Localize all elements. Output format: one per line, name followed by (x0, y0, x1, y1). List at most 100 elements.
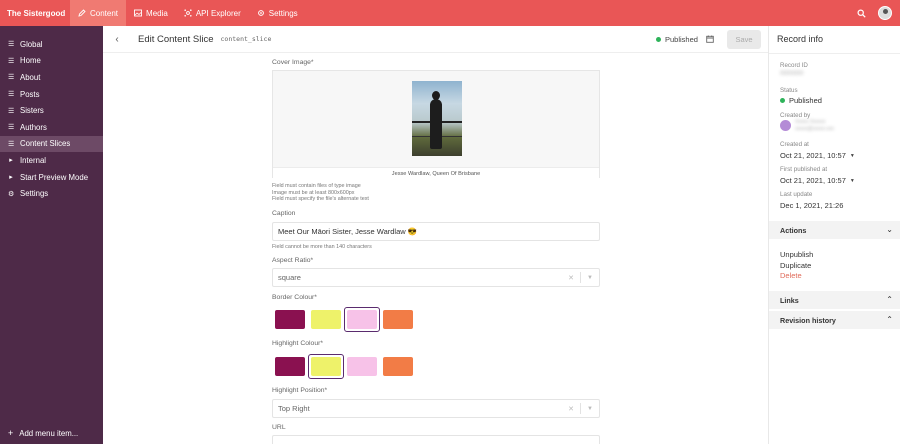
nav-settings[interactable]: Settings (249, 0, 306, 26)
sidebar-item-label: Start Preview Mode (20, 172, 89, 182)
highlight-position-value: Top Right (278, 404, 310, 413)
sidebar-item-label: Settings (20, 189, 49, 199)
add-menu-item-button[interactable]: + Add menu item... (8, 428, 78, 438)
highlight-colour-swatch[interactable] (344, 354, 380, 379)
chevron-up-icon: ⌃ (886, 315, 893, 324)
sidebar-item-home[interactable]: ☰ Home (0, 53, 103, 70)
chevron-down-icon[interactable]: ▼ (581, 275, 599, 281)
chevron-left-icon: ‹ (115, 33, 119, 45)
border-colour-swatch[interactable] (272, 307, 308, 332)
list-icon: ☰ (8, 140, 15, 148)
border-colour-swatch[interactable] (308, 307, 344, 332)
nav-content-label: Content (90, 8, 119, 18)
list-icon: ☰ (8, 41, 15, 49)
caption-input[interactable]: Meet Our Māori Sister, Jesse Wardlaw 😎 (272, 222, 600, 241)
nav-content[interactable]: Content (70, 0, 127, 26)
sidebar-item-label: Authors (20, 122, 47, 132)
sidebar-item-label: Global (20, 39, 43, 49)
highlight-colour-swatch-fill (383, 357, 413, 376)
plus-icon: + (8, 428, 14, 438)
nav-api-explorer[interactable]: API Explorer (176, 0, 249, 26)
status-label: Status (780, 87, 798, 94)
editor-header: ‹ Edit Content Slice content_slice Publi… (103, 26, 768, 53)
border-colour-swatch-fill (383, 310, 413, 329)
highlight-position-select[interactable]: Top Right ✕ ▼ (272, 399, 600, 418)
url-label: URL (272, 424, 286, 431)
nav-media[interactable]: Media (126, 0, 176, 26)
creator-avatar (780, 120, 791, 131)
cover-image-field[interactable]: Jesse Wardlaw, Queen Of Brisbane (272, 70, 600, 179)
unpublish-link[interactable]: Unpublish (780, 250, 813, 259)
sidebar-item-authors[interactable]: ☰ Authors (0, 119, 103, 136)
aspect-ratio-label: Aspect Ratio* (272, 257, 314, 264)
links-section-header[interactable]: Links ⌃ (769, 291, 900, 309)
back-button[interactable]: ‹ (103, 34, 131, 45)
highlight-colour-swatch[interactable] (380, 354, 416, 379)
highlight-colour-swatches (272, 354, 416, 379)
border-colour-swatch-fill (311, 310, 341, 329)
aspect-ratio-select[interactable]: square ✕ ▼ (272, 268, 600, 287)
border-colour-swatches (272, 307, 416, 332)
created-at-value[interactable]: Oct 21, 2021, 10:57 ▼ (780, 151, 855, 160)
highlight-colour-swatch[interactable] (308, 354, 344, 379)
record-id-label: Record ID (780, 62, 808, 69)
network-icon (184, 9, 192, 17)
record-id-value: 0000000 (780, 71, 804, 77)
highlight-colour-swatch[interactable] (272, 354, 308, 379)
divider (769, 53, 900, 54)
calendar-icon[interactable] (706, 35, 714, 43)
list-icon: ☰ (8, 57, 15, 65)
sidebar-item-posts[interactable]: ☰ Posts (0, 86, 103, 103)
last-update-label: Last update (780, 191, 813, 198)
brand-name[interactable]: The Sistergood (0, 9, 70, 18)
sidebar-item-global[interactable]: ☰ Global (0, 36, 103, 53)
border-colour-swatch-fill (275, 310, 305, 329)
creator-name: Xxxxx Xxxxxx (795, 119, 826, 125)
delete-link[interactable]: Delete (780, 271, 802, 280)
links-label: Links (780, 295, 799, 305)
border-colour-swatch[interactable] (380, 307, 416, 332)
user-avatar[interactable] (878, 6, 892, 20)
highlight-colour-swatch-fill (311, 357, 341, 376)
cover-image-thumbnail[interactable] (412, 81, 462, 156)
created-at-label: Created at (780, 141, 809, 148)
nav-media-label: Media (146, 8, 168, 18)
top-right-tools (857, 0, 892, 26)
caption-label: Caption (272, 210, 296, 217)
sidebar-item-content-slices[interactable]: ☰ Content Slices (0, 135, 103, 153)
sidebar-item-preview-mode[interactable]: ▸ Start Preview Mode (0, 169, 103, 186)
sidebar-item-internal[interactable]: ▸ Internal (0, 152, 103, 169)
gear-icon: ⚙ (8, 190, 15, 198)
search-icon[interactable] (857, 9, 866, 18)
created-at-text: Oct 21, 2021, 10:57 (780, 151, 846, 160)
duplicate-link[interactable]: Duplicate (780, 261, 811, 270)
border-colour-label: Border Colour* (272, 294, 317, 301)
sidebar-item-about[interactable]: ☰ About (0, 69, 103, 86)
caret-right-icon: ▸ (9, 157, 13, 165)
chevron-down-icon[interactable]: ▼ (581, 406, 599, 412)
image-icon (134, 9, 142, 17)
revision-history-section-header[interactable]: Revision history ⌃ (769, 311, 900, 329)
sidebar-item-sisters[interactable]: ☰ Sisters (0, 102, 103, 119)
first-published-label: First published at (780, 166, 828, 173)
sidebar-item-label: Home (20, 56, 41, 66)
published-dot-icon (780, 98, 785, 103)
clear-icon[interactable]: ✕ (562, 274, 580, 282)
sidebar-item-settings[interactable]: ⚙ Settings (0, 185, 103, 202)
chevron-up-icon: ⌃ (886, 295, 893, 304)
pen-icon (78, 9, 86, 17)
actions-label: Actions (780, 225, 807, 235)
actions-section-header[interactable]: Actions ⌄ (769, 221, 900, 239)
border-colour-swatch[interactable] (344, 307, 380, 332)
sidebar-item-label: Sisters (20, 106, 44, 116)
clear-icon[interactable]: ✕ (562, 405, 580, 413)
caret-down-icon: ▼ (849, 177, 855, 184)
chevron-down-icon: ⌄ (886, 225, 893, 234)
record-info-panel: Record info Record ID 0000000 Status Pub… (768, 26, 900, 444)
url-input[interactable] (272, 435, 600, 444)
list-icon: ☰ (8, 107, 15, 115)
nav-api-label: API Explorer (195, 8, 241, 18)
save-button[interactable]: Save (727, 30, 761, 49)
caption-hint: Field cannot be more than 140 characters (272, 244, 372, 250)
first-published-value[interactable]: Oct 21, 2021, 10:57 ▼ (780, 176, 855, 185)
